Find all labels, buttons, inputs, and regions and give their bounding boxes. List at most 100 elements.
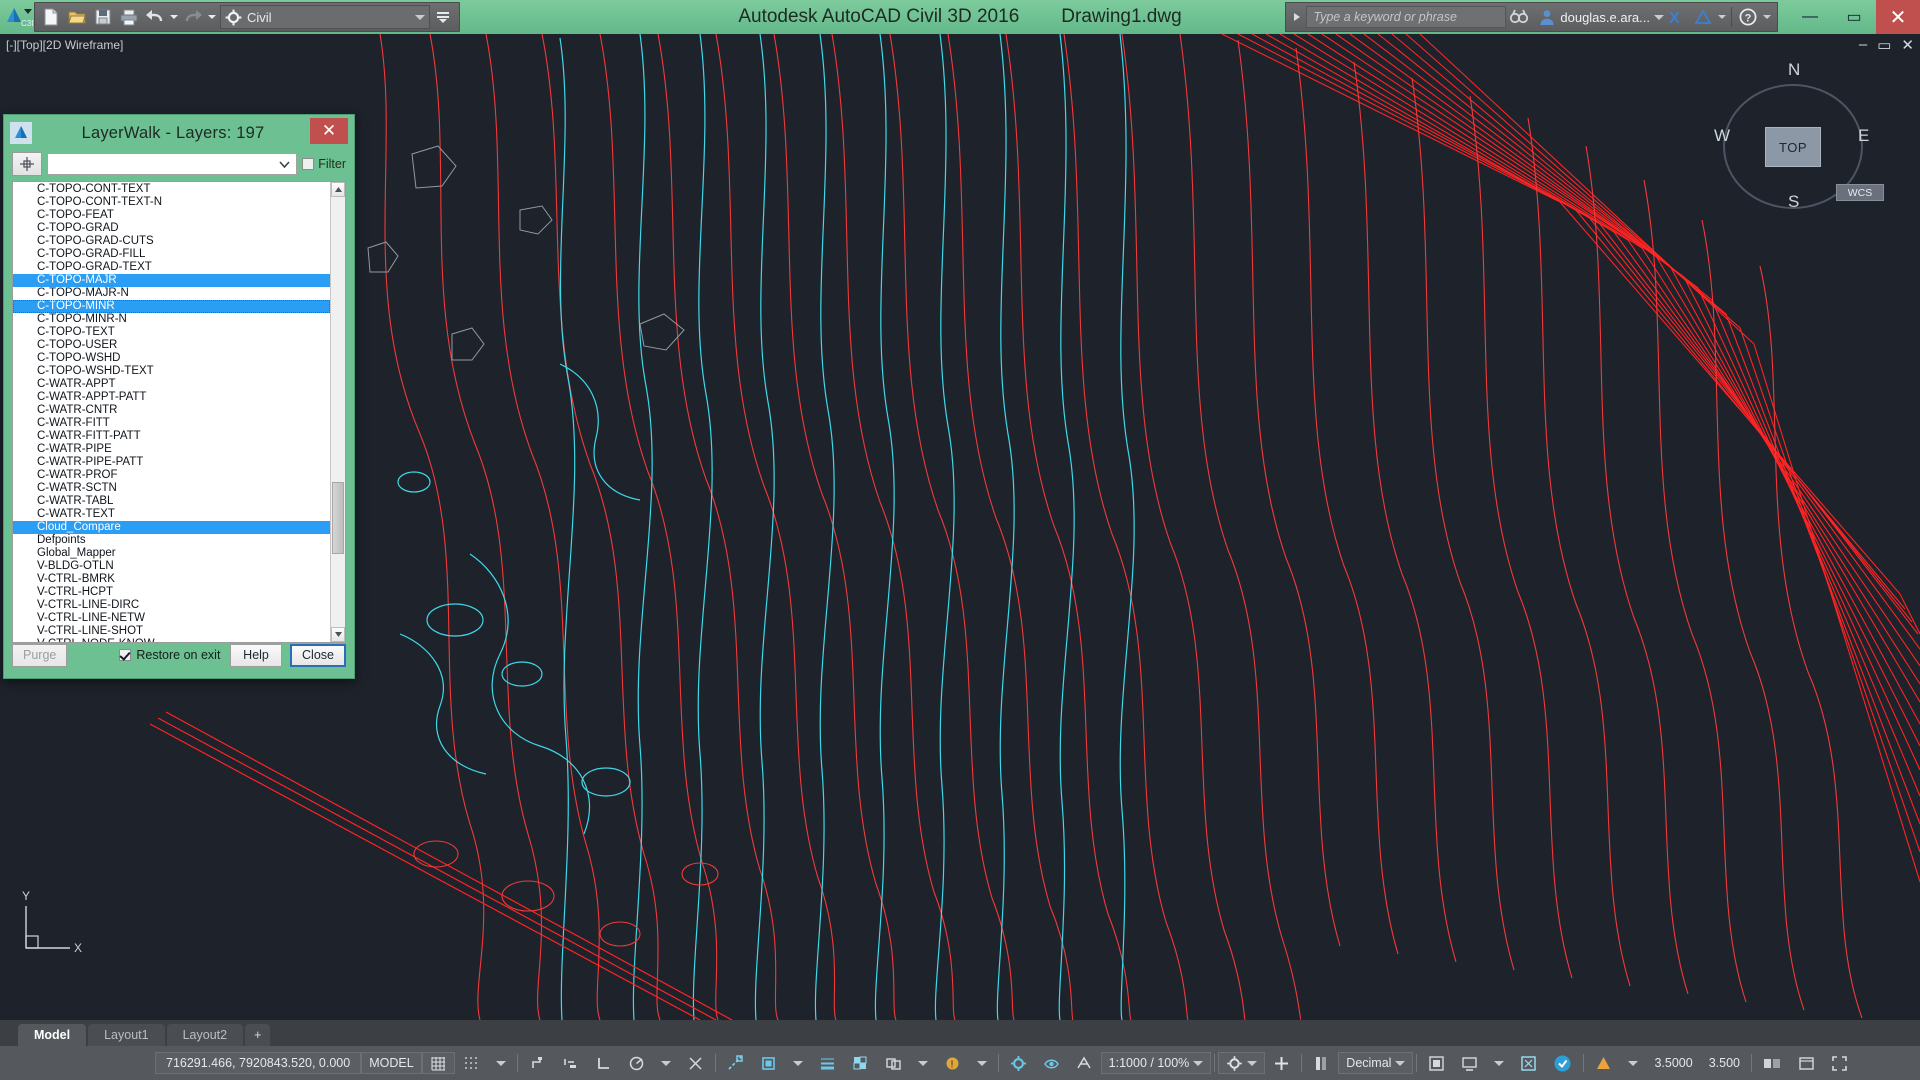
survey-dropdown-icon[interactable] [1620,1052,1646,1074]
close-button[interactable]: ✕ [1876,0,1920,34]
layer-list-scrollbar[interactable] [330,182,345,642]
compass-west-label[interactable]: W [1714,126,1730,146]
doc-restore-icon[interactable]: ▭ [1877,36,1891,54]
new-icon[interactable] [38,4,64,30]
pick-point-icon[interactable] [12,152,42,176]
customization-icon[interactable] [1218,1052,1266,1074]
purge-button[interactable]: Purge [12,643,68,667]
help-button[interactable]: Help [230,643,283,667]
layer-list-item[interactable]: C-TOPO-MINR-N [13,313,330,326]
open-icon[interactable] [64,4,90,30]
layer-list-item[interactable]: C-TOPO-GRAD-CUTS [13,235,330,248]
units-chevron-down-icon[interactable] [1395,1060,1406,1066]
qat-customize-icon[interactable] [430,4,456,30]
compass-east-label[interactable]: E [1858,126,1869,146]
annotation-monitor-dropdown-icon[interactable] [969,1052,995,1074]
redo-dropdown-icon[interactable] [206,4,218,30]
info-center[interactable]: Type a keyword or phrase douglas.e.ara..… [1285,2,1778,32]
layer-list-item[interactable]: C-TOPO-WSHD-TEXT [13,365,330,378]
account-menu[interactable]: douglas.e.ara... [1538,8,1664,26]
layer-list-item[interactable]: C-TOPO-CONT-TEXT [13,183,330,196]
polar-tracking-icon[interactable] [620,1052,653,1074]
layerwalk-dialog[interactable]: LayerWalk - Layers: 197 ✕ Filter C-TOPO-… [3,114,355,679]
undo-dropdown-icon[interactable] [168,4,180,30]
search-expand-icon[interactable] [1290,13,1304,21]
layout-display-icon[interactable] [1790,1052,1823,1074]
a360-chevron-down-icon[interactable] [1716,4,1728,30]
annotation-scale-chevron-down-icon[interactable] [1193,1060,1204,1066]
help-chevron-down-icon[interactable] [1761,4,1773,30]
tab-layout2[interactable]: Layout2 [166,1024,244,1046]
account-chevron-down-icon[interactable] [1654,14,1664,20]
layout-tab-bar[interactable]: Model Layout1 Layout2 + [0,1020,1920,1046]
isolate-objects-icon[interactable] [1420,1052,1453,1074]
annotation-visibility-icon[interactable] [1035,1052,1068,1074]
filter-checkbox-row[interactable]: Filter [302,157,346,171]
workspace-selector[interactable]: Civil [220,5,430,29]
minimize-button[interactable]: — [1788,0,1832,34]
scrollbar-thumb[interactable] [332,482,344,554]
layer-list-item[interactable]: C-WATR-TEXT [13,508,330,521]
layer-list-item[interactable]: C-WATR-SCTN [13,482,330,495]
undo-icon[interactable] [142,4,168,30]
selection-cycling-dropdown-icon[interactable] [910,1052,936,1074]
exchange-apps-icon[interactable]: X [1664,4,1690,30]
layer-list-item[interactable]: Defpoints [13,534,330,547]
ortho-mode-icon[interactable] [587,1052,620,1074]
snap-dropdown-icon[interactable] [488,1052,514,1074]
status-bar[interactable]: 716291.466, 7920843.520, 0.000 MODEL ! 1… [0,1046,1920,1080]
search-input[interactable]: Type a keyword or phrase [1306,6,1507,28]
layer-list-item[interactable]: C-WATR-APPT [13,378,330,391]
object-snap-tracking-icon[interactable] [719,1052,752,1074]
add-layout-button[interactable]: + [245,1024,271,1046]
workspace-switching-icon[interactable] [1002,1052,1035,1074]
doc-close-icon[interactable]: ✕ [1901,36,1914,54]
layer-list-item[interactable]: Cloud_Compare [13,521,330,534]
lineweight-icon[interactable] [811,1052,844,1074]
layer-list-item[interactable]: C-TOPO-WSHD [13,352,330,365]
layer-list-item[interactable]: V-BLDG-OTLN [13,560,330,573]
layer-list-item[interactable]: Global_Mapper [13,547,330,560]
help-icon[interactable]: ? [1735,4,1761,30]
layer-list-item[interactable]: V-CTRL-HCPT [13,586,330,599]
survey-icon[interactable] [1587,1052,1620,1074]
scroll-up-icon[interactable] [331,182,345,197]
transparency-icon[interactable] [844,1052,877,1074]
layer-list-item[interactable]: C-WATR-CNTR [13,404,330,417]
isometric-drafting-icon[interactable] [679,1052,712,1074]
object-snap-icon[interactable] [752,1052,785,1074]
layer-list-item[interactable]: C-TOPO-FEAT [13,209,330,222]
layer-list-item[interactable]: C-WATR-FITT-PATT [13,430,330,443]
layer-list-item[interactable]: V-CTRL-LINE-DIRC [13,599,330,612]
plot-icon[interactable] [116,4,142,30]
clean-screen-icon[interactable] [1512,1052,1545,1074]
layer-list-item[interactable]: C-WATR-PIPE [13,443,330,456]
wcs-dropdown-button[interactable]: WCS [1836,184,1884,201]
add-scale-button[interactable] [1265,1052,1298,1074]
layer-list-item[interactable]: C-TOPO-MAJR [13,274,330,287]
redo-icon[interactable] [180,4,206,30]
graphics-performance-icon[interactable] [1453,1052,1486,1074]
restore-on-exit-row[interactable]: Restore on exit [119,648,220,662]
model-space-button[interactable]: MODEL [361,1052,422,1074]
hardware-acceleration-icon[interactable] [1545,1052,1580,1074]
layer-list-item[interactable]: C-TOPO-GRAD-FILL [13,248,330,261]
snap-mode-icon[interactable] [455,1052,488,1074]
selection-cycling-icon[interactable] [877,1052,910,1074]
layer-list-item[interactable]: C-TOPO-GRAD-TEXT [13,261,330,274]
dialog-title-bar[interactable]: LayerWalk - Layers: 197 ✕ [4,115,354,151]
tab-layout1[interactable]: Layout1 [88,1024,165,1046]
units-icon[interactable] [1305,1052,1338,1074]
layer-list-item[interactable]: C-TOPO-MINR [13,300,330,313]
layer-list-item[interactable]: C-WATR-APPT-PATT [13,391,330,404]
dialog-close-button[interactable]: ✕ [310,118,348,144]
toolbar-overflow-icon[interactable] [1755,1052,1790,1074]
layer-list[interactable]: C-TOPO-CONT-TEXT C-TOPO-CONT-TEXT-N C-TOPO… [13,182,330,642]
doc-minimize-icon[interactable]: – [1859,36,1867,54]
filter-combobox[interactable] [47,153,298,175]
document-window-controls[interactable]: – ▭ ✕ [1859,36,1914,54]
layer-list-item[interactable]: V-CTRL-BMRK [13,573,330,586]
viewcube-top-face[interactable]: TOP [1765,127,1821,167]
annotation-scale-button[interactable]: 1:1000 / 100% [1100,1052,1212,1074]
quick-access-toolbar[interactable]: Civil [34,2,460,32]
